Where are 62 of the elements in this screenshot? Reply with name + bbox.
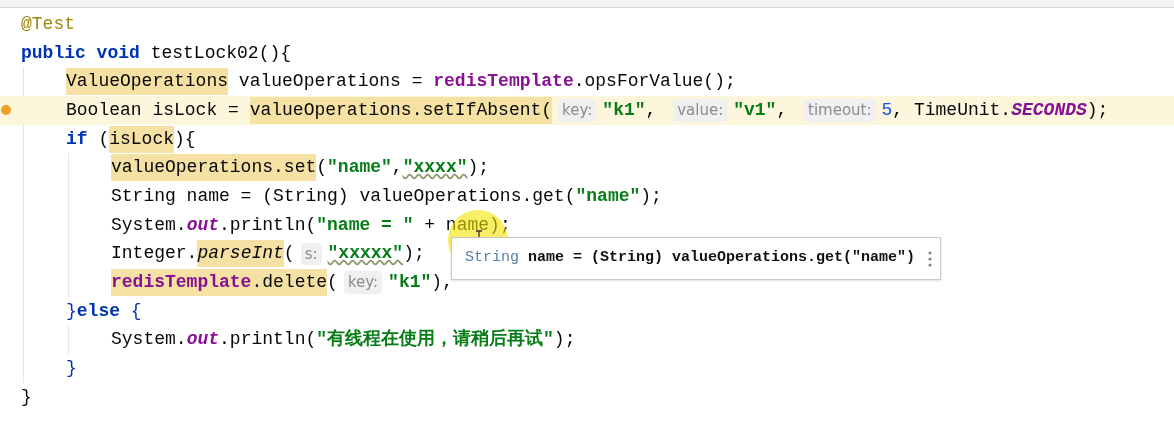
code-token: parseInt bbox=[197, 240, 284, 268]
parameter-hint: key: bbox=[558, 99, 597, 122]
code-token: "有线程在使用，请稍后再试" bbox=[316, 327, 554, 352]
code-token: ( bbox=[327, 271, 338, 295]
code-token: "k1" bbox=[388, 271, 432, 295]
code-token: , TimeUnit. bbox=[892, 98, 1012, 122]
parameter-hint: value: bbox=[673, 99, 728, 122]
code-token: 5 bbox=[881, 98, 893, 122]
code-token: if bbox=[66, 127, 88, 151]
code-token: redisTemplate bbox=[111, 269, 252, 297]
code-token: String name = (String) valueOperations.get( bbox=[111, 184, 576, 208]
code-token: System. bbox=[111, 213, 187, 237]
code-token: ( bbox=[316, 156, 328, 180]
code-token: "xxxx" bbox=[402, 156, 468, 180]
code-token: , bbox=[776, 98, 789, 122]
code-token: valueOperations = bbox=[237, 70, 424, 94]
code-token: ), bbox=[431, 271, 453, 295]
code-token: else bbox=[76, 299, 121, 323]
code-token: .println( bbox=[219, 213, 317, 237]
code-token: public void bbox=[21, 41, 140, 65]
more-options-icon[interactable] bbox=[928, 250, 932, 267]
code-token: ); bbox=[403, 242, 425, 266]
code-token: .opsForValue(); bbox=[573, 70, 736, 94]
code-token: } bbox=[66, 357, 77, 381]
code-token: "k1" bbox=[602, 98, 646, 122]
declaration-text: name = (String) valueOperations.get("name") bbox=[528, 248, 916, 269]
code-token: .println( bbox=[219, 328, 317, 352]
code-token: } bbox=[66, 299, 77, 323]
code-token: "xxxxx" bbox=[327, 242, 404, 266]
code-token: ValueOperations bbox=[66, 68, 229, 96]
parameter-hint: timeout: bbox=[804, 99, 876, 122]
code-token: ); bbox=[1086, 98, 1109, 122]
code-token: "name" bbox=[327, 156, 392, 180]
type-name: String bbox=[465, 248, 519, 269]
code-token: ( bbox=[283, 242, 295, 266]
code-token: SECONDS bbox=[1011, 98, 1087, 122]
code-token: Boolean isLock = bbox=[66, 98, 240, 122]
code-token: , bbox=[391, 156, 403, 180]
code-token: ); bbox=[467, 156, 490, 180]
code-token: out bbox=[186, 328, 220, 352]
code-token: ( bbox=[97, 127, 110, 151]
code-token: System. bbox=[111, 328, 187, 352]
code-token: ); bbox=[640, 184, 662, 208]
parameter-hint: s: bbox=[300, 242, 322, 266]
code-token: } bbox=[21, 385, 32, 409]
code-token: "v1" bbox=[733, 98, 777, 122]
code-token: "name" bbox=[575, 184, 641, 208]
code-token: out bbox=[186, 213, 220, 237]
code-token: @Test bbox=[21, 12, 75, 36]
code-token: valueOperations.set bbox=[111, 154, 317, 182]
code-token: ){ bbox=[174, 127, 196, 151]
code-token: , bbox=[645, 98, 658, 122]
code-token: { bbox=[129, 299, 142, 323]
code-token: Integer. bbox=[111, 242, 198, 266]
code-token: valueOperations.setIfAbsent( bbox=[249, 96, 553, 124]
code-token: .delete bbox=[251, 269, 328, 297]
parameter-hint: key: bbox=[343, 271, 383, 294]
code-token: testLock02(){ bbox=[149, 41, 292, 65]
code-token: ); bbox=[553, 328, 576, 352]
code-token: isLock bbox=[109, 125, 175, 153]
code-token: redisTemplate bbox=[433, 70, 574, 94]
code-token: "name = " bbox=[316, 213, 414, 237]
